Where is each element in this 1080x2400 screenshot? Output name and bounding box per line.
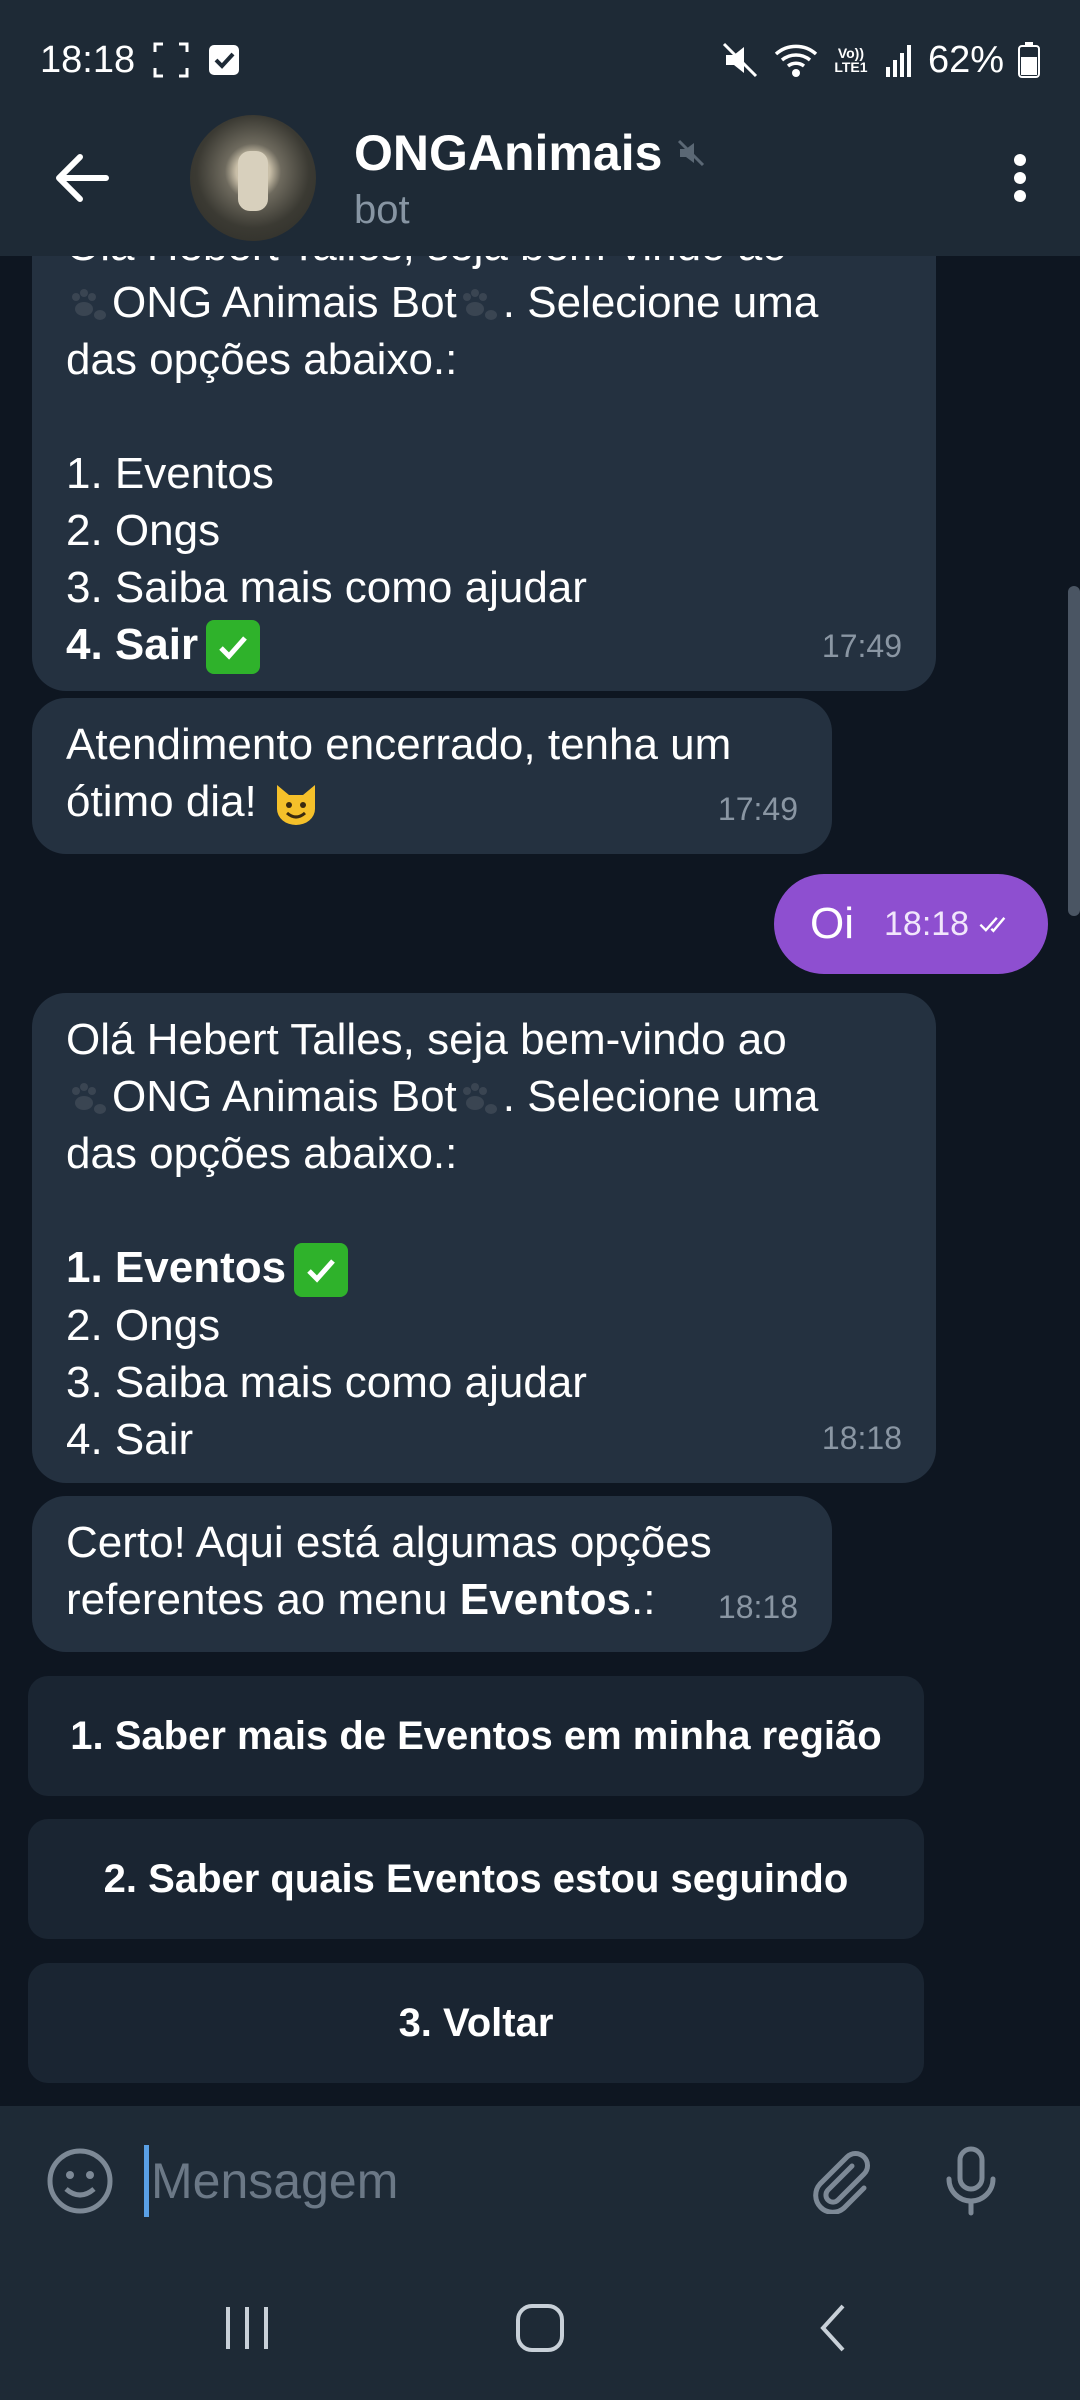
keyboard-button-label: 1. Saber mais de Eventos em minha região <box>70 1713 882 1758</box>
message-line: Atendimento encerrado, tenha um <box>66 720 732 769</box>
emoji-button[interactable] <box>40 2141 120 2221</box>
message-input[interactable] <box>151 2141 791 2221</box>
attach-button[interactable] <box>801 2141 881 2221</box>
battery-icon <box>1018 42 1040 78</box>
paw-prints-icon <box>72 289 106 321</box>
message-line: 1. Eventos <box>66 1239 902 1298</box>
smiley-icon <box>47 2148 113 2214</box>
muted-speaker-icon <box>678 139 705 166</box>
signal-icon <box>884 43 914 77</box>
message-text: . Selecione uma <box>502 278 819 327</box>
kebab-menu-icon <box>1014 154 1026 202</box>
keyboard-button-label: 3. Voltar <box>398 2000 554 2045</box>
message-line: referentes ao menu Eventos.: <box>66 1571 798 1628</box>
arrow-left-icon <box>56 154 109 202</box>
system-navigation-bar <box>0 2256 1080 2400</box>
message-time: 18:18 <box>884 904 970 943</box>
message-line: 1. Eventos <box>66 449 274 498</box>
message-time: 17:49 <box>717 791 798 827</box>
message-text: ONG Animais Bot <box>112 278 457 327</box>
microphone-button[interactable] <box>931 2141 1011 2221</box>
paw-prints-icon <box>462 1083 497 1115</box>
chat-header: ONGAnimais bot <box>0 100 1080 256</box>
message-line: ONG Animais Bot . Selecione uma <box>66 274 902 331</box>
message-line: 4. Sair <box>66 616 902 675</box>
chat-title: ONGAnimais <box>354 124 663 181</box>
volte-icon: Vo)) LTE1 <box>834 45 868 75</box>
chat-subtitle: bot <box>354 187 410 232</box>
message-bubble-incoming[interactable]: Olá Hebert Talles, seja bem-vindo ao ONG… <box>32 993 936 1483</box>
check-mark-emoji <box>206 620 261 675</box>
message-line: ONG Animais Bot . Selecione uma <box>66 1068 902 1125</box>
double-check-icon <box>979 917 1006 933</box>
recent-apps-button[interactable] <box>197 2278 297 2378</box>
message-line: Certo! Aqui está algumas opções <box>66 1518 712 1567</box>
message-line: 2. Ongs <box>66 506 221 555</box>
message-line: Olá Hebert Talles, seja bem-vindo ao <box>66 1015 787 1064</box>
more-options-button[interactable] <box>980 118 1060 238</box>
message-bubble-outgoing[interactable]: Oi 18:18 <box>774 874 1048 974</box>
message-text: Oi <box>810 899 854 948</box>
message-line: Olá Hebert Talles, seja bem-vindo ao <box>66 256 902 274</box>
keyboard-button-label: 2. Saber quais Eventos estou seguindo <box>103 1856 849 1901</box>
message-text-bold: 4. Sair <box>66 620 199 669</box>
message-text: .: <box>630 1575 656 1624</box>
screenshot-icon <box>151 40 191 80</box>
message-time: 18:18 <box>821 1420 902 1456</box>
chevron-left-icon <box>820 2304 845 2352</box>
back-button[interactable] <box>22 118 142 238</box>
smiling-cat-emoji <box>277 785 315 826</box>
message-text-bold: Eventos <box>459 1575 631 1624</box>
message-text: . Selecione uma <box>502 1072 819 1121</box>
chat-title-block[interactable]: ONGAnimais bot <box>354 124 706 233</box>
message-bubble-incoming[interactable]: Certo! Aqui está algumas opções referent… <box>32 1496 832 1652</box>
message-text-bold: 1. Eventos <box>66 1243 287 1292</box>
battery-percent: 62% <box>927 38 1004 81</box>
message-line: 2. Ongs <box>66 1301 221 1351</box>
message-line: das opções abaixo.: <box>66 335 458 384</box>
home-icon <box>515 2304 564 2352</box>
message-line: das opções abaixo.: <box>66 1129 458 1178</box>
message-bubble-incoming[interactable]: Olá Hebert Talles, seja bem-vindo ao ONG… <box>32 256 936 691</box>
wifi-icon <box>774 40 818 80</box>
home-button[interactable] <box>490 2278 590 2378</box>
keyboard-button-voltar[interactable]: 3. Voltar <box>28 1963 924 2083</box>
scrollbar[interactable] <box>1068 586 1080 916</box>
paw-prints-icon <box>72 1083 106 1115</box>
message-text: ONG Animais Bot <box>112 1072 457 1121</box>
message-bubble-incoming[interactable]: Atendimento encerrado, tenha um ótimo di… <box>32 698 832 854</box>
paperclip-icon <box>813 2151 870 2214</box>
message-text: ótimo dia! <box>66 777 257 826</box>
status-time: 18:18 <box>40 38 136 81</box>
system-back-button[interactable] <box>783 2278 883 2378</box>
message-input-bar <box>0 2106 1080 2256</box>
avatar[interactable] <box>190 115 316 241</box>
message-line: ótimo dia! <box>66 773 798 830</box>
message-time: 18:18 <box>717 1589 798 1625</box>
mute-icon <box>720 40 760 80</box>
keyboard-button-eventos-seguindo[interactable]: 2. Saber quais Eventos estou seguindo <box>28 1819 924 1939</box>
check-mark-emoji <box>294 1243 349 1298</box>
text-cursor <box>144 2145 149 2217</box>
message-line: 3. Saiba mais como ajudar <box>66 563 587 612</box>
checkbox-notification-icon <box>207 43 241 77</box>
microphone-icon <box>946 2146 996 2216</box>
message-line: 4. Sair <box>66 1415 194 1465</box>
paw-prints-icon <box>462 289 497 321</box>
chat-area[interactable]: Olá Hebert Talles, seja bem-vindo ao ONG… <box>0 256 1080 2106</box>
recent-apps-icon <box>225 2307 268 2349</box>
message-text: referentes ao menu <box>66 1575 460 1624</box>
message-line: 3. Saiba mais como ajudar <box>66 1358 587 1408</box>
message-time: 17:49 <box>821 628 902 664</box>
keyboard-button-eventos-regiao[interactable]: 1. Saber mais de Eventos em minha região <box>28 1676 924 1796</box>
